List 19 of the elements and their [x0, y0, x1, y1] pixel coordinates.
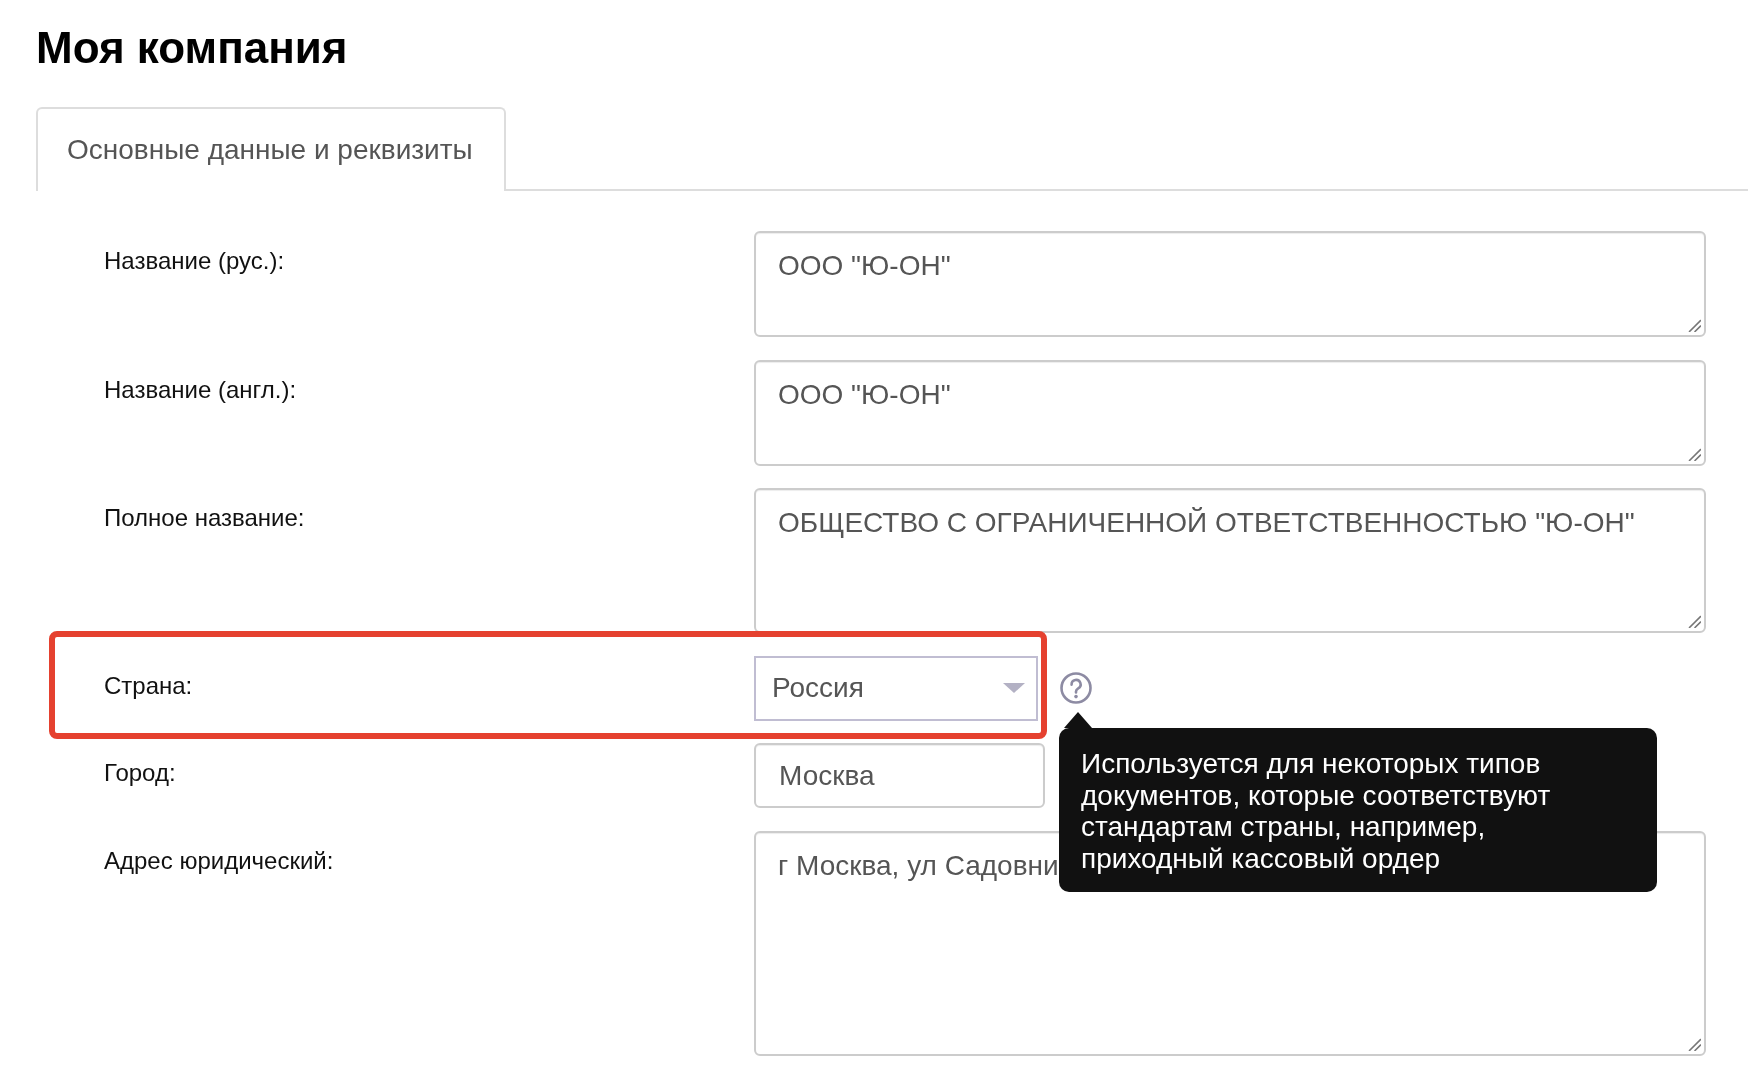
field-label: Страна: — [104, 671, 193, 700]
resize-grip-icon — [1688, 615, 1701, 628]
text-area[interactable]: ОБЩЕСТВО С ОГРАНИЧЕННОЙ ОТВЕТСТВЕННОСТЬЮ "Ю-ОН" — [754, 488, 1706, 633]
field-label: Название (англ.): — [104, 375, 297, 404]
text-area[interactable]: ООО "Ю-ОН" — [754, 359, 1706, 466]
caret-icon — [1003, 683, 1025, 693]
field-label: Название (рус.): — [104, 247, 285, 275]
page-title: Моя компания — [36, 26, 348, 70]
field-label: Адрес юридический: — [104, 846, 334, 875]
field-label: Полное название: — [104, 504, 305, 532]
text-area[interactable]: ООО "Ю-ОН" — [754, 231, 1706, 337]
resize-grip-icon — [1688, 447, 1701, 461]
dropdown[interactable]: Россия — [754, 655, 1038, 721]
tab[interactable]: Основные данные и реквизиты — [36, 107, 506, 191]
input-field[interactable]: Москва — [754, 743, 1045, 808]
resize-grip-icon — [1688, 1037, 1701, 1051]
help-icon[interactable] — [1060, 672, 1092, 704]
field-label: Город: — [104, 759, 176, 787]
resize-grip-icon — [1688, 319, 1701, 332]
